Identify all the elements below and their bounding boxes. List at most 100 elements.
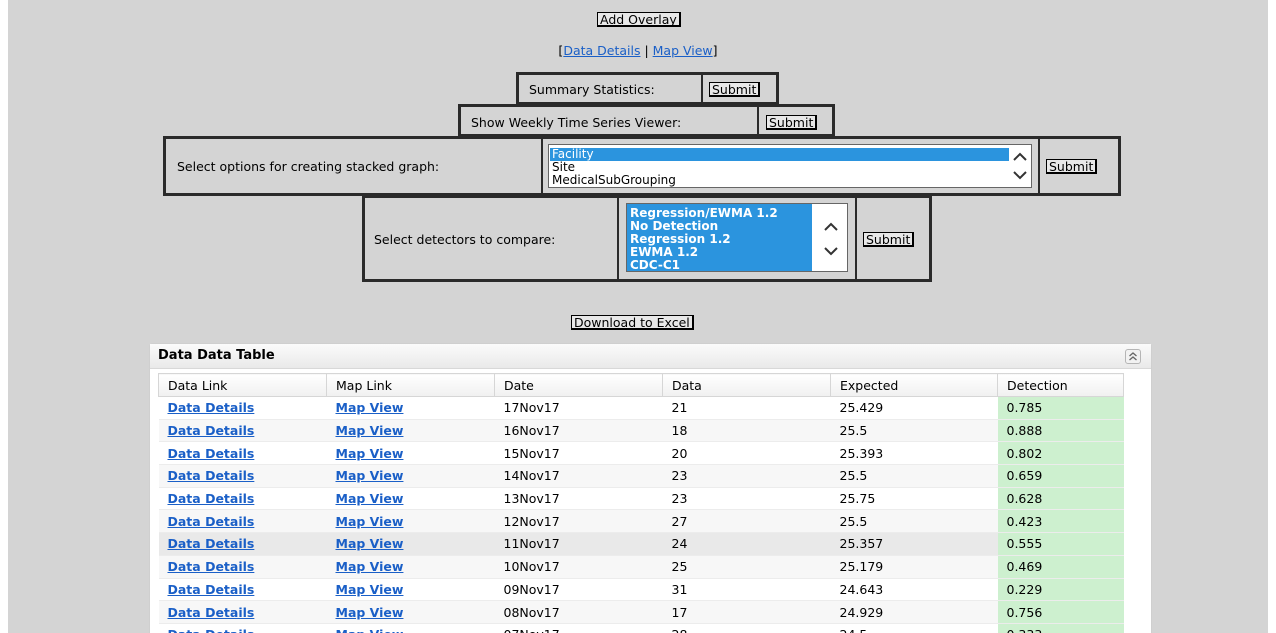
data-details-link[interactable]: Data Details <box>168 514 255 529</box>
expected-cell: 25.357 <box>830 532 998 556</box>
data-details-link[interactable]: Data Details <box>168 446 255 461</box>
column-header-date[interactable]: Date <box>494 373 663 397</box>
map-view-link[interactable]: Map View <box>336 468 404 483</box>
map-view-link[interactable]: Map View <box>653 43 713 58</box>
column-header-data-link[interactable]: Data Link <box>158 373 327 397</box>
table-row: Data Details Map View 17Nov17 21 25.429 0.785 <box>158 396 1124 420</box>
map-view-cell: Map View <box>326 623 495 633</box>
data-cell: 21 <box>662 396 831 420</box>
collapse-button[interactable] <box>1125 349 1141 364</box>
date-cell: 07Nov17 <box>494 623 663 633</box>
download-excel-button[interactable]: Download to Excel <box>571 315 694 330</box>
data-details-cell: Data Details <box>158 555 327 579</box>
map-view-link[interactable]: Map View <box>336 446 404 461</box>
table-row: Data Details Map View 09Nov17 31 24.643 0.229 <box>158 578 1124 602</box>
data-details-link[interactable]: Data Details <box>168 491 255 506</box>
data-details-cell: Data Details <box>158 419 327 443</box>
data-cell: 23 <box>662 464 831 488</box>
data-details-link[interactable]: Data Details <box>168 468 255 483</box>
column-header-data[interactable]: Data <box>662 373 831 397</box>
detectors-submit-button[interactable]: Submit <box>863 232 915 247</box>
detection-cell: 0.333 <box>997 623 1124 633</box>
table-row: Data Details Map View 15Nov17 20 25.393 0.802 <box>158 441 1124 466</box>
scroll-up-icon[interactable] <box>823 221 839 233</box>
scroll-up-icon[interactable] <box>1012 151 1028 163</box>
map-view-link[interactable]: Map View <box>336 491 404 506</box>
data-details-link[interactable]: Data Details <box>168 559 255 574</box>
summary-submit-button[interactable]: Submit <box>709 82 761 97</box>
data-details-link[interactable]: Data Details <box>563 43 640 58</box>
add-overlay-button[interactable]: Add Overlay <box>597 12 681 27</box>
stacked-label-cell: Select options for creating stacked grap… <box>166 139 543 193</box>
link-separator: | <box>640 43 653 58</box>
detector-option-regression-ewma[interactable]: Regression/EWMA 1.2 <box>628 207 811 220</box>
data-details-link[interactable]: Data Details <box>168 423 255 438</box>
date-cell: 17Nov17 <box>494 396 663 420</box>
map-view-link[interactable]: Map View <box>336 514 404 529</box>
expected-cell: 25.5 <box>830 419 998 443</box>
table-row: Data Details Map View 08Nov17 17 24.929 0.756 <box>158 600 1124 624</box>
expected-cell: 25.393 <box>830 441 998 466</box>
column-header-detection[interactable]: Detection <box>997 373 1124 397</box>
data-details-link[interactable]: Data Details <box>168 627 255 633</box>
stacked-submit-button[interactable]: Submit <box>1046 159 1098 174</box>
expected-cell: 25.5 <box>830 509 998 534</box>
date-cell: 14Nov17 <box>494 464 663 488</box>
map-view-link[interactable]: Map View <box>336 536 404 551</box>
data-cell: 18 <box>662 419 831 443</box>
detection-cell: 0.659 <box>997 464 1124 488</box>
data-cell: 23 <box>662 487 831 511</box>
detectors-listbox-scrollbar[interactable] <box>812 204 847 271</box>
detector-option-ewma[interactable]: EWMA 1.2 <box>628 246 811 259</box>
data-details-link[interactable]: Data Details <box>168 605 255 620</box>
detection-cell: 0.555 <box>997 532 1124 556</box>
detection-cell: 0.628 <box>997 487 1124 511</box>
data-details-cell: Data Details <box>158 441 327 466</box>
column-header-map-link[interactable]: Map Link <box>326 373 495 397</box>
summary-statistics-label: Summary Statistics: <box>529 82 655 97</box>
weekly-submit-button[interactable]: Submit <box>766 115 818 130</box>
main-page: Add Overlay [Data Details | Map View] Su… <box>8 0 1268 633</box>
data-details-cell: Data Details <box>158 487 327 511</box>
stacked-option-medicalsubgrouping[interactable]: MedicalSubGrouping <box>550 174 1013 187</box>
map-view-cell: Map View <box>326 441 495 466</box>
detection-cell: 0.229 <box>997 578 1124 602</box>
table-row: Data Details Map View 10Nov17 25 25.179 0.469 <box>158 555 1124 579</box>
weekly-label-cell: Show Weekly Time Series Viewer: <box>461 107 759 134</box>
table-row: Data Details Map View 13Nov17 23 25.75 0.628 <box>158 487 1124 511</box>
data-details-link[interactable]: Data Details <box>168 536 255 551</box>
date-cell: 16Nov17 <box>494 419 663 443</box>
stacked-option-facility[interactable]: Facility <box>550 148 1013 161</box>
scroll-down-icon[interactable] <box>823 245 839 257</box>
map-view-link[interactable]: Map View <box>336 400 404 415</box>
column-header-expected[interactable]: Expected <box>830 373 998 397</box>
data-details-link[interactable]: Data Details <box>168 582 255 597</box>
stacked-options-listbox[interactable]: Facility Site MedicalSubGrouping <box>548 144 1032 188</box>
stacked-graph-label: Select options for creating stacked grap… <box>177 159 440 174</box>
map-view-link[interactable]: Map View <box>336 423 404 438</box>
map-view-link[interactable]: Map View <box>336 582 404 597</box>
map-view-link[interactable]: Map View <box>336 605 404 620</box>
map-view-link[interactable]: Map View <box>336 627 404 633</box>
map-view-link[interactable]: Map View <box>336 559 404 574</box>
map-view-cell: Map View <box>326 555 495 579</box>
data-details-link[interactable]: Data Details <box>168 400 255 415</box>
data-cell: 31 <box>662 578 831 602</box>
detectors-label: Select detectors to compare: <box>374 232 556 247</box>
data-details-cell: Data Details <box>158 600 327 624</box>
nav-links: [Data Details | Map View] <box>8 43 1268 58</box>
stacked-listbox-scrollbar[interactable] <box>1009 145 1031 187</box>
detection-cell: 0.888 <box>997 419 1124 443</box>
detection-cell: 0.785 <box>997 396 1124 420</box>
scroll-down-icon[interactable] <box>1012 169 1028 181</box>
detector-option-no-detection[interactable]: No Detection <box>628 220 811 233</box>
detector-option-regression[interactable]: Regression 1.2 <box>628 233 811 246</box>
detector-option-cdc-c1[interactable]: CDC-C1 <box>628 259 811 271</box>
data-details-cell: Data Details <box>158 509 327 534</box>
expected-cell: 24.643 <box>830 578 998 602</box>
table-body: Data Details Map View 17Nov17 21 25.429 0.785… <box>158 396 1124 633</box>
date-cell: 12Nov17 <box>494 509 663 534</box>
stacked-option-site[interactable]: Site <box>550 161 1013 174</box>
data-table-title: Data Data Table <box>158 348 275 363</box>
detectors-listbox[interactable]: Regression/EWMA 1.2 No Detection Regress… <box>626 203 848 272</box>
